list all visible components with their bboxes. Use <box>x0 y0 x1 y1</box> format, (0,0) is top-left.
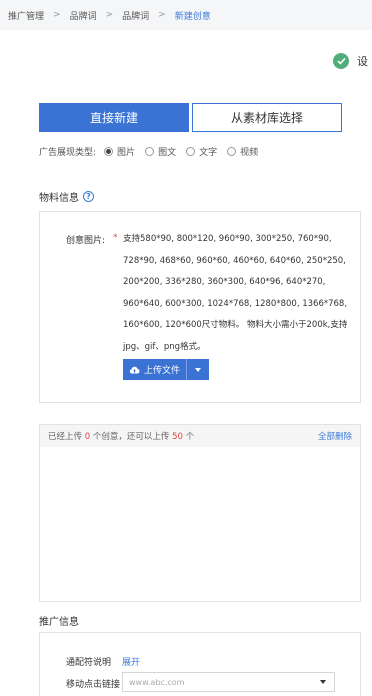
ad-type-selector: 广告展现类型: 图片 图文 文字 视频 <box>39 145 268 158</box>
upload-file-label: 上传文件 <box>143 366 180 376</box>
radio-label: 视频 <box>240 148 259 158</box>
radio-text[interactable]: 文字 <box>186 145 217 158</box>
radio-label: 图片 <box>117 148 136 158</box>
breadcrumb-item-brand-word[interactable]: 品牌词 <box>70 9 97 22</box>
uploaded-count: 0 <box>84 432 91 442</box>
upload-count-middle: 个创意，还可以上传 <box>92 432 170 442</box>
promotion-section-title: 推广信息 <box>39 617 79 628</box>
chevron-down-icon <box>320 680 326 684</box>
ad-type-label: 广告展现类型: <box>39 148 97 158</box>
mobile-url-select[interactable]: www.abc.com <box>122 672 335 692</box>
uploaded-list-header: 已经上传 0 个创意，还可以上传 50 个 全部删除 <box>40 425 360 447</box>
breadcrumb-item-current: 新建创意 <box>174 11 211 22</box>
uploaded-creatives-panel: 已经上传 0 个创意，还可以上传 50 个 全部删除 <box>39 424 361 602</box>
radio-button[interactable] <box>145 147 155 156</box>
expand-link[interactable]: 展开 <box>122 655 140 668</box>
mobile-click-link-label: 移动点击链接 <box>66 680 121 690</box>
remaining-count: 50 <box>172 432 183 442</box>
radio-image[interactable]: 图片 <box>104 145 135 158</box>
upload-dropdown-button[interactable] <box>187 359 209 380</box>
radio-label: 图文 <box>158 148 177 158</box>
delete-all-link[interactable]: 全部删除 <box>318 430 352 442</box>
breadcrumb-item-brand-word-sub[interactable]: 品牌词 <box>122 9 149 22</box>
radio-video[interactable]: 视频 <box>227 145 258 158</box>
tab-select-from-library[interactable]: 从素材库选择 <box>192 103 342 132</box>
upload-count-prefix: 已经上传 <box>48 432 83 442</box>
status-indicator: 设 <box>333 53 368 69</box>
url-placeholder: www.abc.com <box>129 677 185 687</box>
creation-mode-tabs: 直接新建 从素材库选择 <box>39 103 342 132</box>
upload-count-text: 已经上传 0 个创意，还可以上传 50 个 <box>48 430 194 442</box>
breadcrumb-separator: > <box>158 10 166 20</box>
material-section-title: 物料信息 ? <box>39 189 94 204</box>
radio-button[interactable] <box>227 147 237 156</box>
status-text: 设 <box>357 55 368 68</box>
radio-label: 文字 <box>199 148 218 158</box>
creative-image-label: 创意图片: <box>66 236 106 246</box>
radio-button-checked[interactable] <box>104 147 114 156</box>
breadcrumb: 推广管理 > 品牌词 > 品牌词 > 新建创意 <box>0 0 372 30</box>
breadcrumb-separator: > <box>105 10 114 20</box>
check-circle-icon <box>333 53 349 69</box>
breadcrumb-item-promo-management[interactable]: 推广管理 <box>8 9 44 22</box>
material-panel: 创意图片: * 支持580*90, 800*120, 960*90, 300*2… <box>39 211 361 403</box>
wildcard-label: 通配符说明 <box>66 658 112 668</box>
creative-image-requirements: 支持580*90, 800*120, 960*90, 300*250, 760*… <box>123 234 348 352</box>
caret-down-icon <box>195 367 201 372</box>
breadcrumb-separator: > <box>53 10 61 20</box>
promotion-panel: 通配符说明 展开 移动点击链接 www.abc.com <box>39 632 361 696</box>
upload-button-group: 上传文件 <box>123 359 209 380</box>
radio-image-text[interactable]: 图文 <box>145 145 176 158</box>
cloud-upload-icon <box>129 366 140 373</box>
required-mark: * <box>113 233 118 243</box>
upload-count-suffix: 个 <box>185 432 195 442</box>
material-title: 物料信息 <box>39 193 79 204</box>
help-icon[interactable]: ? <box>83 191 94 202</box>
radio-button[interactable] <box>186 147 196 156</box>
upload-file-button[interactable]: 上传文件 <box>123 359 187 380</box>
tab-create-directly[interactable]: 直接新建 <box>39 103 189 132</box>
